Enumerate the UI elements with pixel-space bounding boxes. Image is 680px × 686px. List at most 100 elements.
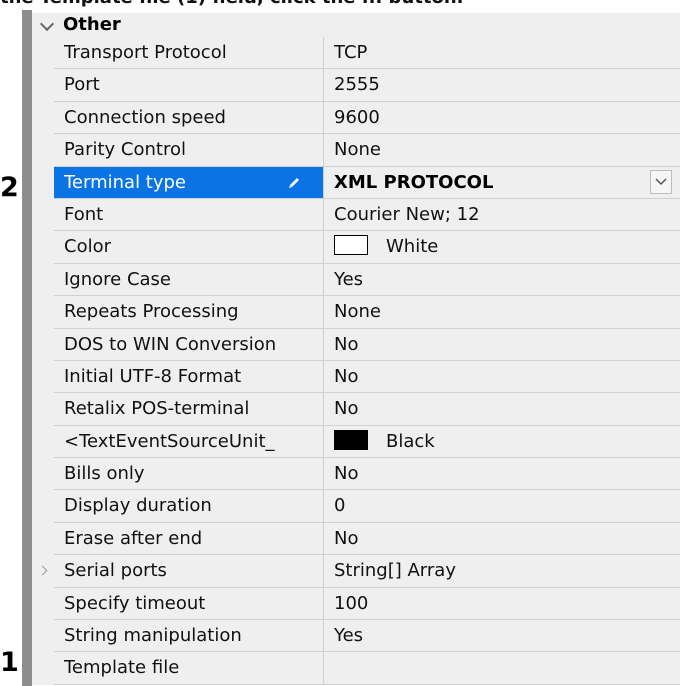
row-gutter <box>32 522 54 556</box>
property-value-text: Courier New; 12 <box>334 203 480 225</box>
property-value-text: Black <box>386 430 435 452</box>
property-row-connection-speed[interactable]: Connection speed 9600 <box>32 101 680 135</box>
property-value[interactable] <box>324 652 680 685</box>
property-name[interactable]: Connection speed <box>54 101 324 135</box>
instruction-text-fragment: the Template file (1) field, click the .… <box>0 0 680 8</box>
property-name[interactable]: Transport Protocol <box>54 37 324 70</box>
row-gutter <box>32 69 54 102</box>
property-name[interactable]: Specify timeout <box>54 587 324 621</box>
property-row-display-duration[interactable]: Display duration 0 <box>32 490 680 523</box>
property-value[interactable]: No <box>324 360 680 394</box>
property-row-serial-ports[interactable]: Serial ports String[] Array <box>32 555 680 588</box>
row-gutter <box>32 587 54 621</box>
property-name[interactable]: Ignore Case <box>54 263 324 297</box>
property-name[interactable]: Serial ports <box>54 555 324 588</box>
row-gutter <box>32 296 54 329</box>
property-rows: Transport Protocol TCP Port 2555 Connection … <box>32 37 680 685</box>
property-value[interactable]: String[] Array <box>324 555 680 588</box>
property-name[interactable]: <TextEventSourceUnit_ <box>54 425 324 459</box>
property-value-text: No <box>334 527 359 549</box>
property-name[interactable]: Parity Control <box>54 134 324 167</box>
property-row-initial-utf-8-format[interactable]: Initial UTF-8 Format No <box>32 360 680 394</box>
property-name[interactable]: Repeats Processing <box>54 296 324 329</box>
property-row-erase-after-end[interactable]: Erase after end No <box>32 522 680 556</box>
property-value[interactable]: White <box>324 231 680 264</box>
property-row-dos-to-win-conversion[interactable]: DOS to WIN Conversion No <box>32 328 680 361</box>
property-value-text: Yes <box>334 625 364 647</box>
property-value[interactable]: Courier New; 12 <box>324 198 680 232</box>
property-row-terminal-type[interactable]: Terminal type XML PROTOCOL <box>32 166 680 199</box>
property-value[interactable]: 0 <box>324 490 680 523</box>
row-gutter <box>32 458 54 491</box>
property-value-text: No <box>334 365 359 387</box>
property-value[interactable]: XML PROTOCOL <box>324 166 680 199</box>
row-gutter <box>32 231 54 264</box>
color-swatch <box>334 235 368 256</box>
property-row-transport-protocol[interactable]: Transport Protocol TCP <box>32 37 680 70</box>
property-row-color[interactable]: Color White <box>32 231 680 264</box>
property-value[interactable]: No <box>324 328 680 361</box>
property-row-parity-control[interactable]: Parity Control None <box>32 134 680 167</box>
property-value[interactable]: No <box>324 458 680 491</box>
property-name[interactable]: Port <box>54 69 324 102</box>
property-row-template-file[interactable]: Template file <box>32 652 680 685</box>
property-row-texteventsourceunit[interactable]: <TextEventSourceUnit_ Black <box>32 425 680 459</box>
row-gutter <box>32 425 54 459</box>
property-name[interactable]: Initial UTF-8 Format <box>54 360 324 394</box>
property-name[interactable]: DOS to WIN Conversion <box>54 328 324 361</box>
property-name[interactable]: Font <box>54 198 324 232</box>
property-value[interactable]: No <box>324 393 680 426</box>
chevron-down-icon <box>655 178 667 185</box>
property-value-text: 2555 <box>334 74 380 96</box>
property-name[interactable]: Terminal type <box>54 166 324 199</box>
property-value-text: None <box>334 139 381 161</box>
property-value[interactable]: 9600 <box>324 101 680 135</box>
property-row-bills-only[interactable]: Bills only No <box>32 458 680 491</box>
left-margin-marker <box>22 10 32 686</box>
property-name[interactable]: Display duration <box>54 490 324 523</box>
property-value[interactable]: TCP <box>324 37 680 70</box>
chevron-right-icon[interactable] <box>37 565 48 576</box>
chevron-down-icon[interactable] <box>39 16 55 32</box>
row-gutter <box>32 263 54 297</box>
property-name[interactable]: Bills only <box>54 458 324 491</box>
property-name[interactable]: Template file <box>54 652 324 685</box>
property-value[interactable]: 100 <box>324 587 680 621</box>
property-value-text: No <box>334 398 359 420</box>
dropdown-button[interactable] <box>650 169 672 194</box>
row-gutter[interactable] <box>32 555 54 588</box>
property-row-string-manipulation[interactable]: String manipulation Yes <box>32 620 680 653</box>
property-value[interactable]: Black <box>324 425 680 459</box>
group-header-other[interactable]: Other <box>32 13 680 37</box>
property-value[interactable]: None <box>324 134 680 167</box>
row-gutter <box>32 652 54 685</box>
callout-badge-1: 1 <box>0 647 19 678</box>
property-value-text: No <box>334 463 359 485</box>
callout-badge-2: 2 <box>0 172 19 203</box>
property-value[interactable]: No <box>324 522 680 556</box>
property-row-specify-timeout[interactable]: Specify timeout 100 <box>32 587 680 621</box>
property-name[interactable]: Retalix POS-terminal <box>54 393 324 426</box>
property-name[interactable]: String manipulation <box>54 620 324 653</box>
color-swatch <box>334 429 368 450</box>
property-grid: Other Transport Protocol TCP Port 2555 Conne… <box>32 13 680 685</box>
property-value-text: Yes <box>334 268 364 290</box>
property-value-text: 0 <box>334 495 346 517</box>
property-value[interactable]: Yes <box>324 263 680 297</box>
property-name[interactable]: Color <box>54 231 324 264</box>
property-value-text: TCP <box>334 42 368 63</box>
property-value-text: No <box>334 333 359 355</box>
row-gutter <box>32 101 54 135</box>
property-value[interactable]: 2555 <box>324 69 680 102</box>
property-row-font[interactable]: Font Courier New; 12 <box>32 198 680 232</box>
property-value-text: XML PROTOCOL <box>334 171 494 193</box>
property-row-retalix-pos-terminal[interactable]: Retalix POS-terminal No <box>32 393 680 426</box>
property-row-port[interactable]: Port 2555 <box>32 69 680 102</box>
property-row-repeats-processing[interactable]: Repeats Processing None <box>32 296 680 329</box>
property-value[interactable]: None <box>324 296 680 329</box>
property-row-ignore-case[interactable]: Ignore Case Yes <box>32 263 680 297</box>
property-value[interactable]: Yes <box>324 620 680 653</box>
row-gutter <box>32 360 54 394</box>
pencil-icon <box>289 177 299 188</box>
property-name[interactable]: Erase after end <box>54 522 324 556</box>
